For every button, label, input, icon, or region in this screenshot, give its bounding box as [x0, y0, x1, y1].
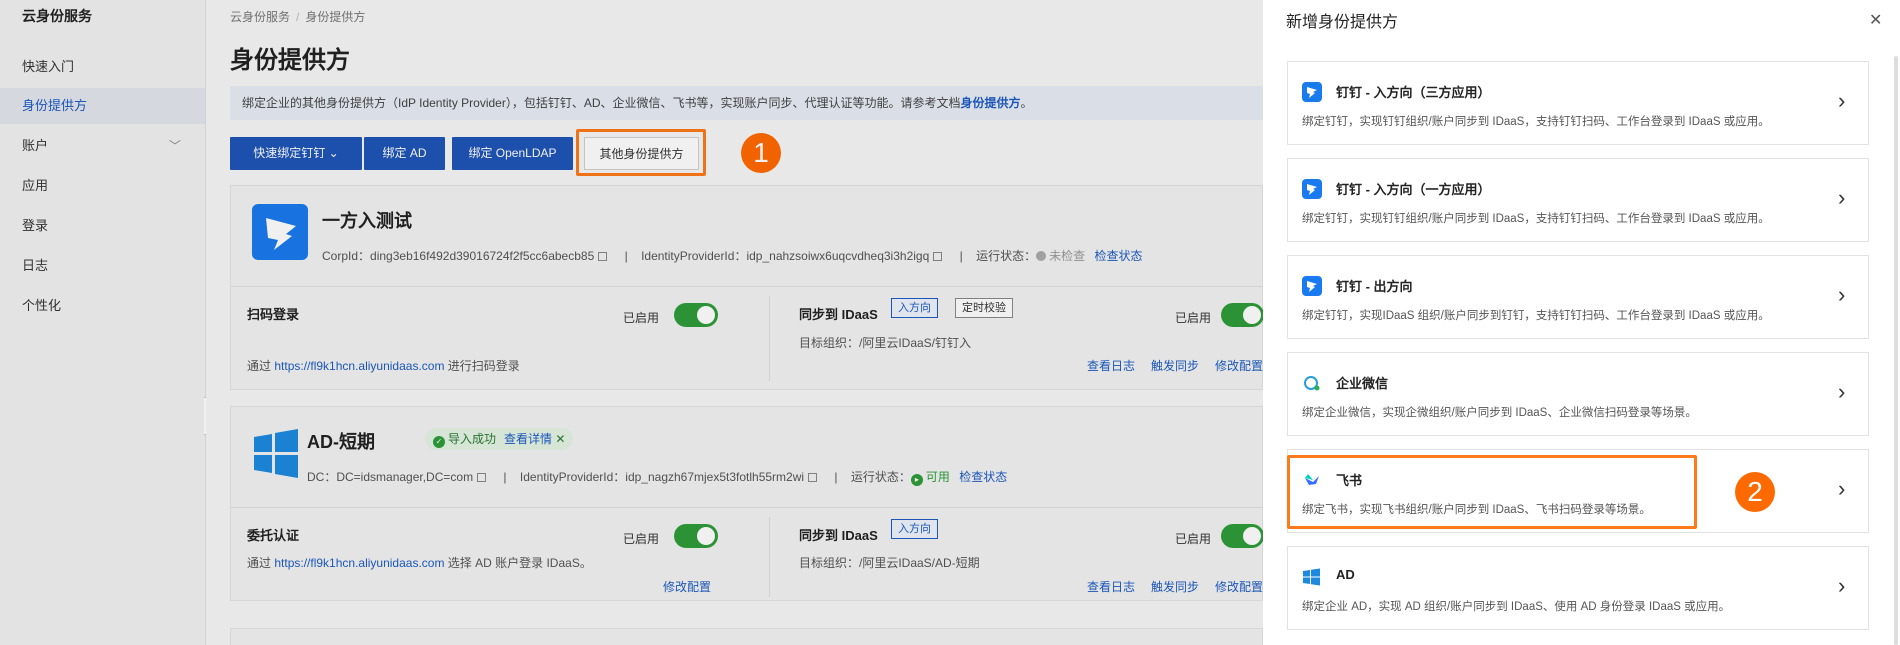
provider-desc: 绑定钉钉，实现钉钉组织/账户同步到 IDaaS，支持钉钉扫码、工作台登录到 ID… — [1302, 116, 1770, 128]
dingtalk-icon — [1302, 82, 1322, 102]
provider-card-dingtalk-in-third[interactable]: 钉钉 - 入方向（三方应用） 绑定钉钉，实现钉钉组织/账户同步到 IDaaS，支… — [1287, 61, 1869, 145]
provider-card-ad[interactable]: AD 绑定企业 AD，实现 AD 组织/账户同步到 IDaaS、使用 AD 身份… — [1287, 546, 1869, 630]
drawer-title: 新增身份提供方 — [1286, 14, 1399, 31]
drawer-scrollbar[interactable] — [1894, 56, 1898, 645]
provider-title: 企业微信 — [1336, 376, 1389, 391]
provider-desc: 绑定钉钉，实现IDaaS 组织/账户同步到钉钉，支持钉钉扫码、工作台登录到 ID… — [1302, 310, 1770, 322]
provider-desc: 绑定钉钉，实现钉钉组织/账户同步到 IDaaS，支持钉钉扫码、工作台登录到 ID… — [1302, 213, 1770, 225]
overlay-mask[interactable] — [0, 0, 1263, 645]
close-icon[interactable]: ✕ — [1869, 10, 1882, 30]
provider-desc: 绑定企业微信，实现企微组织/账户同步到 IDaaS、企业微信扫码登录等场景。 — [1302, 407, 1697, 419]
provider-card-dingtalk-in-first[interactable]: 钉钉 - 入方向（一方应用） 绑定钉钉，实现钉钉组织/账户同步到 IDaaS，支… — [1287, 158, 1869, 242]
dingtalk-icon — [1302, 179, 1322, 199]
chevron-right-icon: › — [1838, 379, 1846, 404]
chevron-right-icon: › — [1838, 88, 1846, 113]
chevron-right-icon: › — [1838, 185, 1846, 210]
provider-title: 钉钉 - 出方向 — [1336, 279, 1413, 294]
provider-card-wecom[interactable]: 企业微信 绑定企业微信，实现企微组织/账户同步到 IDaaS、企业微信扫码登录等… — [1287, 352, 1869, 436]
provider-desc: 绑定企业 AD，实现 AD 组织/账户同步到 IDaaS、使用 AD 身份登录 … — [1302, 601, 1731, 613]
provider-card-dingtalk-out[interactable]: 钉钉 - 出方向 绑定钉钉，实现IDaaS 组织/账户同步到钉钉，支持钉钉扫码、… — [1287, 255, 1869, 339]
provider-title: 钉钉 - 入方向（一方应用） — [1336, 182, 1491, 197]
highlight-box-2 — [1287, 455, 1697, 529]
provider-title: AD — [1336, 567, 1355, 582]
chevron-right-icon: › — [1838, 573, 1846, 598]
dingtalk-icon — [1302, 276, 1322, 296]
step-marker-2: 2 — [1735, 472, 1775, 512]
wecom-icon — [1302, 373, 1322, 393]
chevron-right-icon: › — [1838, 282, 1846, 307]
provider-title: 钉钉 - 入方向（三方应用） — [1336, 85, 1491, 100]
windows-icon — [1302, 567, 1322, 587]
chevron-right-icon: › — [1838, 476, 1846, 501]
add-idp-drawer: 新增身份提供方 ✕ 钉钉 - 入方向（三方应用） 绑定钉钉，实现钉钉组织/账户同… — [1263, 0, 1900, 645]
